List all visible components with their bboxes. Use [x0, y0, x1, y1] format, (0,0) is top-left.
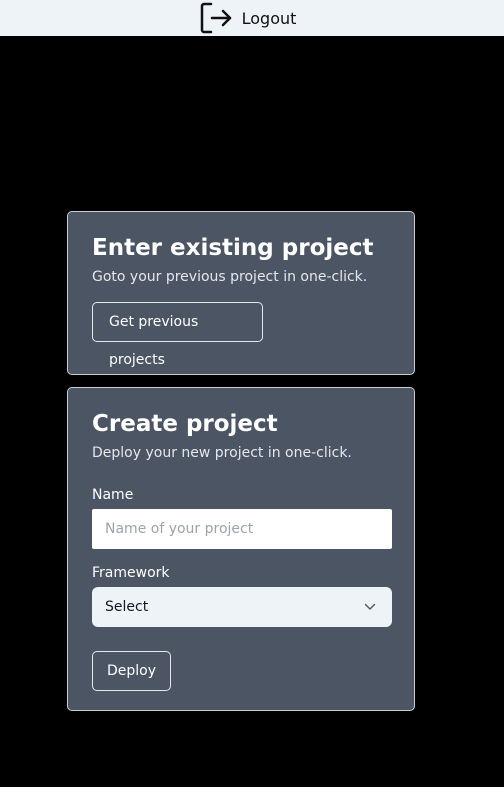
create-project-card: Create project Deploy your new project i…	[67, 387, 415, 711]
framework-select[interactable]: Select	[92, 587, 392, 627]
name-label: Name	[92, 487, 134, 503]
chevron-down-icon	[364, 599, 376, 615]
logout-icon	[200, 2, 233, 34]
project-name-input[interactable]	[92, 509, 392, 549]
framework-selected-value: Select	[105, 599, 149, 615]
create-project-subtitle: Deploy your new project in one-click.	[92, 445, 352, 461]
existing-project-subtitle: Goto your previous project in one-click.	[92, 269, 368, 285]
top-bar: Logout	[0, 0, 504, 36]
logout-button[interactable]: Logout	[200, 2, 297, 34]
framework-label: Framework	[92, 565, 170, 581]
existing-project-card: Enter existing project Goto your previou…	[67, 211, 415, 375]
existing-project-title: Enter existing project	[92, 235, 374, 261]
logout-label: Logout	[241, 8, 297, 28]
get-previous-projects-button[interactable]: Get previous projects	[92, 302, 263, 368]
deploy-button[interactable]: Deploy	[92, 651, 171, 691]
create-project-title: Create project	[92, 411, 278, 437]
